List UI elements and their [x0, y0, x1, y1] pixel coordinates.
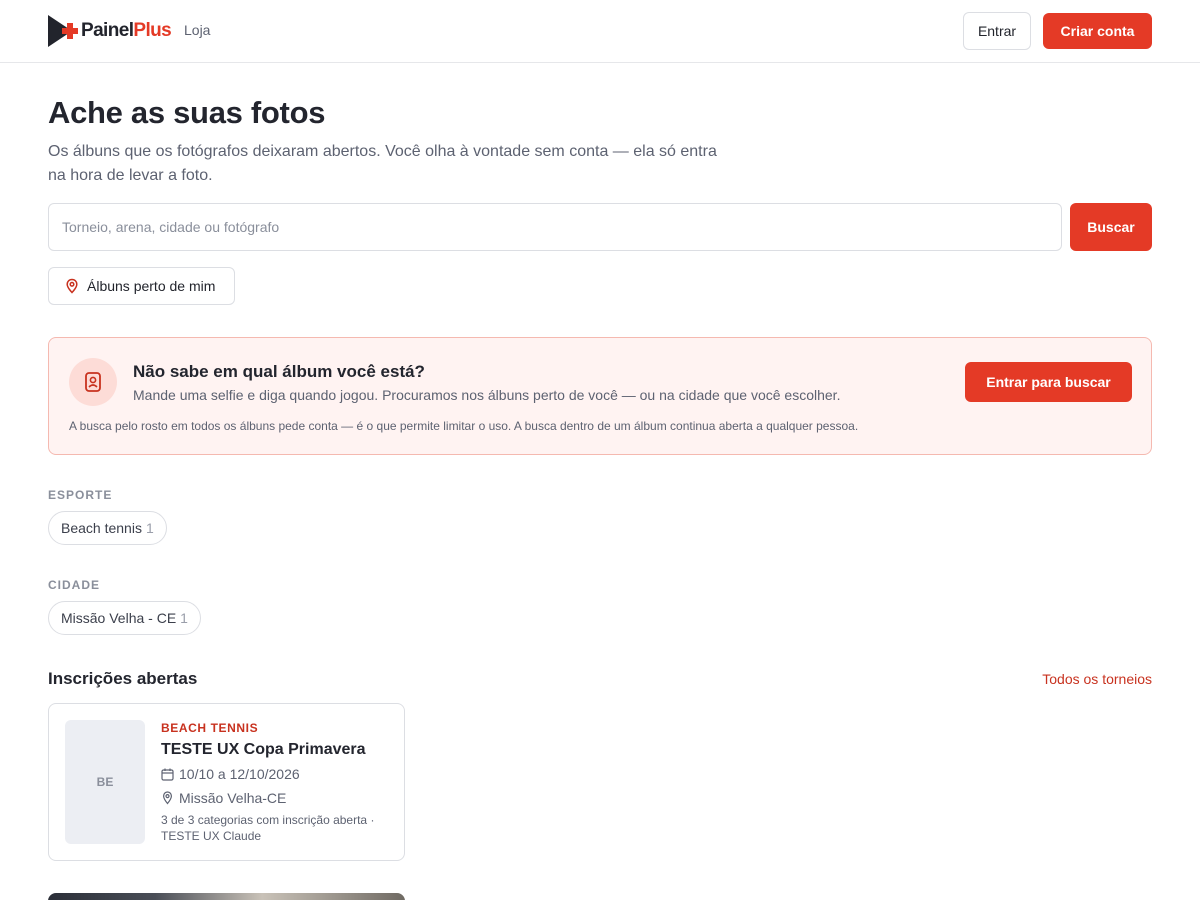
logo[interactable]: PainelPlus	[48, 15, 172, 47]
calendar-icon	[161, 768, 174, 781]
city-chip-missao-velha[interactable]: Missão Velha - CE 1	[48, 601, 201, 635]
nav-store-link[interactable]: Loja	[184, 22, 210, 38]
promo-note: A busca pelo rosto em todos os álbuns pe…	[69, 419, 859, 433]
albums-near-me-button[interactable]: Álbuns perto de mim	[48, 267, 235, 305]
all-tournaments-link[interactable]: Todos os torneios	[1042, 671, 1152, 687]
sport-chip-beach-tennis[interactable]: Beach tennis 1	[48, 511, 167, 545]
login-button[interactable]: Entrar	[963, 12, 1031, 50]
tournament-footer: 3 de 3 categorias com inscrição aberta ·…	[161, 813, 375, 843]
city-filter-label: CIDADE	[48, 578, 101, 592]
chip-label: Missão Velha - CE	[61, 610, 177, 626]
location-pin-icon	[66, 278, 78, 294]
top-bar: PainelPlus Loja Entrar Criar conta	[0, 0, 1200, 63]
logo-text: PainelPlus	[81, 20, 172, 41]
selfie-badge-icon	[69, 358, 117, 406]
signup-button[interactable]: Criar conta	[1043, 13, 1152, 49]
face-search-promo: Não sabe em qual álbum você está? Mande …	[48, 337, 1152, 455]
albums-near-me-label: Álbuns perto de mim	[87, 278, 216, 294]
page-title: Ache as suas fotos	[48, 95, 326, 130]
logo-icon	[48, 15, 78, 47]
tournament-thumbnail: BE	[65, 720, 145, 844]
location-pin-icon	[162, 791, 173, 805]
tournament-location: Missão Velha-CE	[161, 790, 286, 806]
page-subtitle: Os álbuns que os fotógrafos deixaram abe…	[48, 143, 717, 184]
tournament-dates-text: 10/10 a 12/10/2026	[179, 766, 300, 782]
promo-title: Não sabe em qual álbum você está?	[133, 362, 425, 381]
search-input[interactable]	[48, 203, 1062, 251]
sport-filter-label: ESPORTE	[48, 488, 113, 502]
open-registrations-title: Inscrições abertas	[48, 669, 198, 688]
tournament-location-text: Missão Velha-CE	[179, 790, 287, 806]
promo-text: Mande uma selfie e diga quando jogou. Pr…	[133, 387, 841, 403]
search-button[interactable]: Buscar	[1070, 203, 1152, 251]
tournament-card[interactable]: BE BEACH TENNIS TESTE UX Copa Primavera …	[48, 703, 405, 861]
chip-count: 1	[180, 610, 188, 626]
tournament-sport: BEACH TENNIS	[161, 721, 259, 735]
album-card-photo[interactable]	[48, 893, 405, 900]
chip-count: 1	[145, 520, 154, 536]
tournament-dates: 10/10 a 12/10/2026	[161, 766, 300, 782]
tournament-title: TESTE UX Copa Primavera	[161, 741, 366, 758]
chip-label: Beach tennis	[61, 520, 142, 536]
login-to-search-button[interactable]: Entrar para buscar	[965, 362, 1132, 402]
